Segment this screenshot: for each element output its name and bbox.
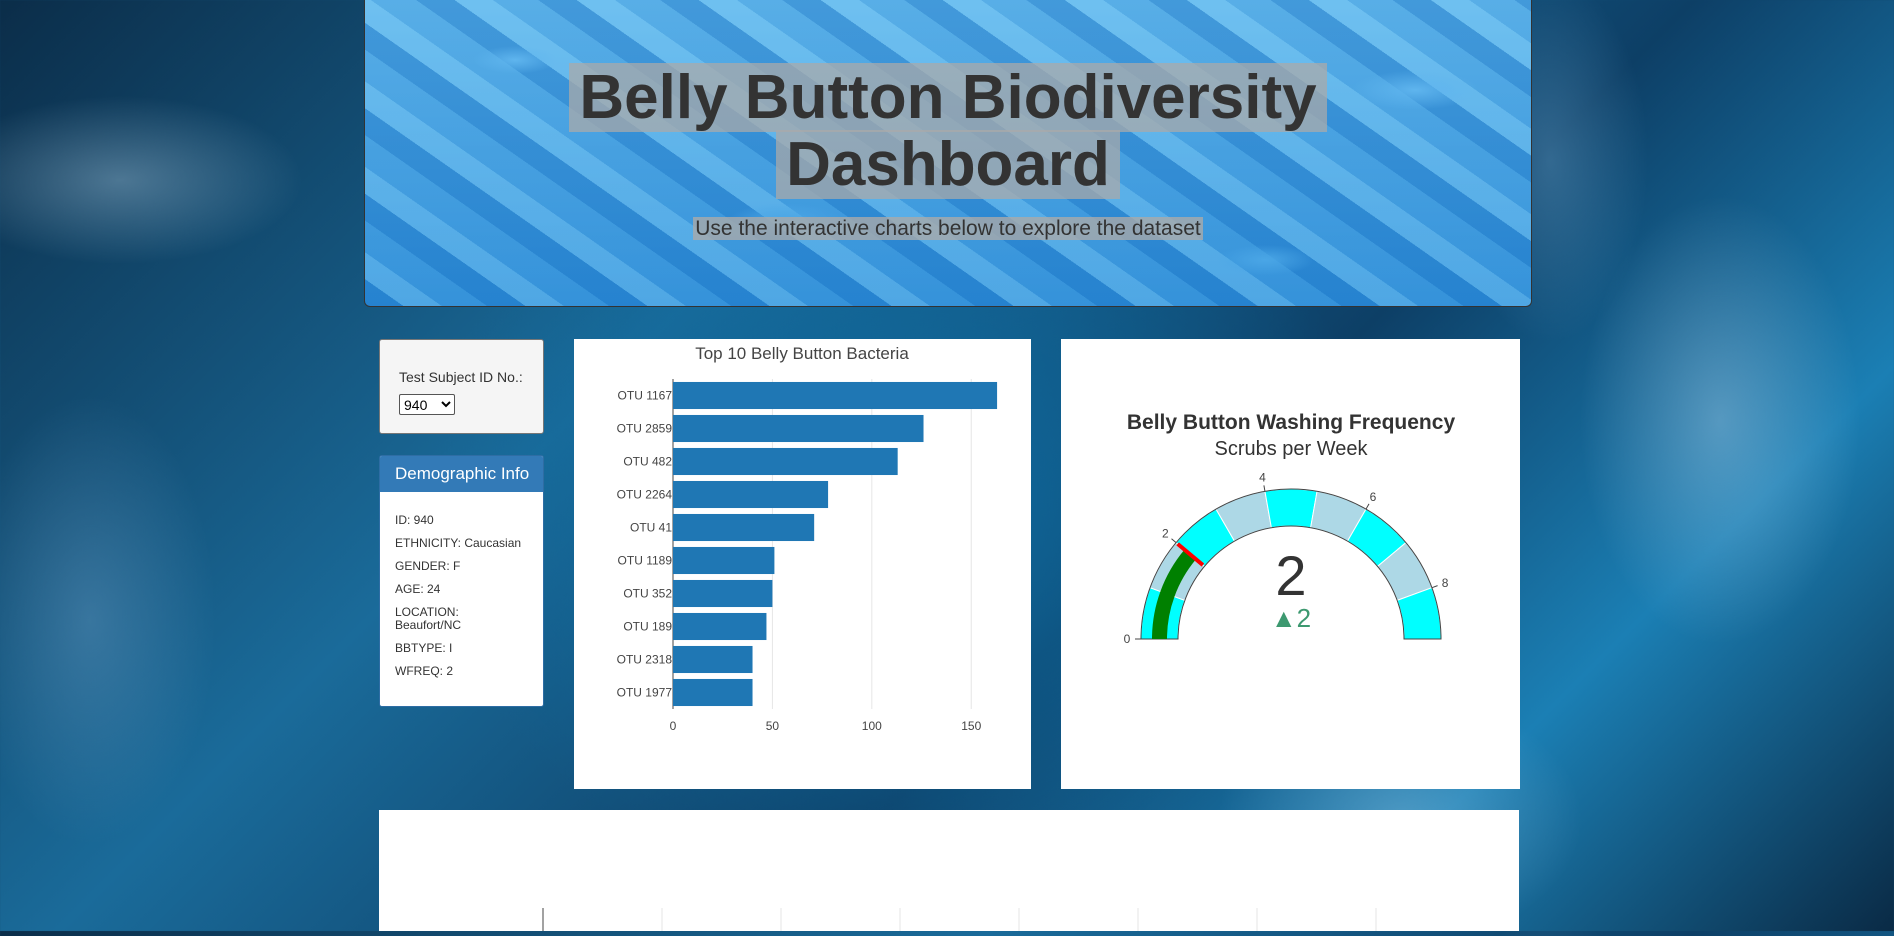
y-tick-label: OTU 1189 xyxy=(618,554,673,568)
subject-id-label: Test Subject ID No.: xyxy=(399,369,523,385)
bar xyxy=(673,414,924,443)
bar xyxy=(673,513,815,542)
header-banner: Belly Button Biodiversity Dashboard Use … xyxy=(364,0,1532,307)
gauge-tick-label: 4 xyxy=(1259,470,1266,484)
y-tick-label: OTU 1977 xyxy=(617,686,673,700)
x-tick-label: 50 xyxy=(766,719,780,733)
y-tick-label: OTU 2264 xyxy=(617,488,673,502)
y-tick-label: OTU 482 xyxy=(623,455,672,469)
demographic-info-heading: Demographic Info xyxy=(380,456,543,492)
page-subtitle: Use the interactive charts below to expl… xyxy=(693,217,1203,240)
bubble-chart-panel xyxy=(379,810,1519,931)
x-tick-label: 0 xyxy=(670,719,677,733)
y-tick-label: OTU 352 xyxy=(623,587,672,601)
gauge-subtitle: Scrubs per Week xyxy=(1214,438,1368,460)
demo-ethnicity: ETHNICITY: Caucasian xyxy=(395,536,522,550)
x-tick-label: 150 xyxy=(961,719,981,733)
demo-wfreq: WFREQ: 2 xyxy=(395,664,454,678)
y-tick-label: OTU 189 xyxy=(623,620,672,634)
y-tick-label: OTU 41 xyxy=(630,521,672,535)
bar xyxy=(673,480,829,509)
bar xyxy=(673,612,767,641)
bar xyxy=(673,546,775,575)
bar xyxy=(673,381,998,410)
gauge-tick-label: 2 xyxy=(1162,527,1169,541)
gauge-tick xyxy=(1431,585,1438,589)
demo-age: AGE: 24 xyxy=(395,582,441,596)
top10-bar-chart[interactable]: Top 10 Belly Button Bacteria 0 50 100 150 OTU… xyxy=(574,339,1031,789)
demographic-info-panel: Demographic Info ID: 940 ETHNICITY: Cauc… xyxy=(379,455,544,707)
bar xyxy=(673,645,753,674)
washing-frequency-gauge[interactable]: Belly Button Washing Frequency Scrubs per… xyxy=(1061,339,1520,789)
subject-selector-panel: Test Subject ID No.: 940 xyxy=(379,339,544,434)
x-tick-label: 100 xyxy=(862,719,882,733)
gauge-tick xyxy=(1365,503,1370,510)
y-tick-label: OTU 1167 xyxy=(618,389,673,403)
page-title-line1: Belly Button Biodiversity xyxy=(365,62,1531,133)
gauge-step xyxy=(1264,488,1318,529)
y-tick-label: OTU 2318 xyxy=(617,653,673,667)
gauge-delta: ▲2 xyxy=(1271,603,1311,633)
bar xyxy=(673,447,898,476)
y-tick-label: OTU 2859 xyxy=(617,422,673,436)
demographic-info-body: ID: 940 ETHNICITY: Caucasian GENDER: F A… xyxy=(380,492,543,678)
gauge-tick-label: 6 xyxy=(1370,490,1377,504)
page-title-line2: Dashboard xyxy=(365,129,1531,200)
gauge-tick-label: 8 xyxy=(1442,576,1449,590)
demo-gender: GENDER: F xyxy=(395,559,461,573)
bar xyxy=(673,579,773,608)
subject-id-select[interactable]: 940 xyxy=(399,394,455,415)
gauge-tick xyxy=(1263,485,1266,492)
gauge-value-number: 2 xyxy=(1275,544,1306,607)
bar-chart-panel: Top 10 Belly Button Bacteria 0 50 100 150 OTU… xyxy=(574,339,1031,789)
demo-location: LOCATION: Beaufort/NC xyxy=(395,605,462,632)
gauge-tick xyxy=(1171,538,1177,543)
gauge-tick-label: 0 xyxy=(1124,632,1131,646)
gauge-title: Belly Button Washing Frequency xyxy=(1127,411,1456,434)
bubble-chart[interactable] xyxy=(379,810,1519,931)
gauge-chart-panel: Belly Button Washing Frequency Scrubs per… xyxy=(1061,339,1520,789)
demo-id: ID: 940 xyxy=(395,513,434,527)
bar xyxy=(673,678,753,707)
demo-bbtype: BBTYPE: I xyxy=(395,641,453,655)
bar-chart-title: Top 10 Belly Button Bacteria xyxy=(695,344,909,363)
